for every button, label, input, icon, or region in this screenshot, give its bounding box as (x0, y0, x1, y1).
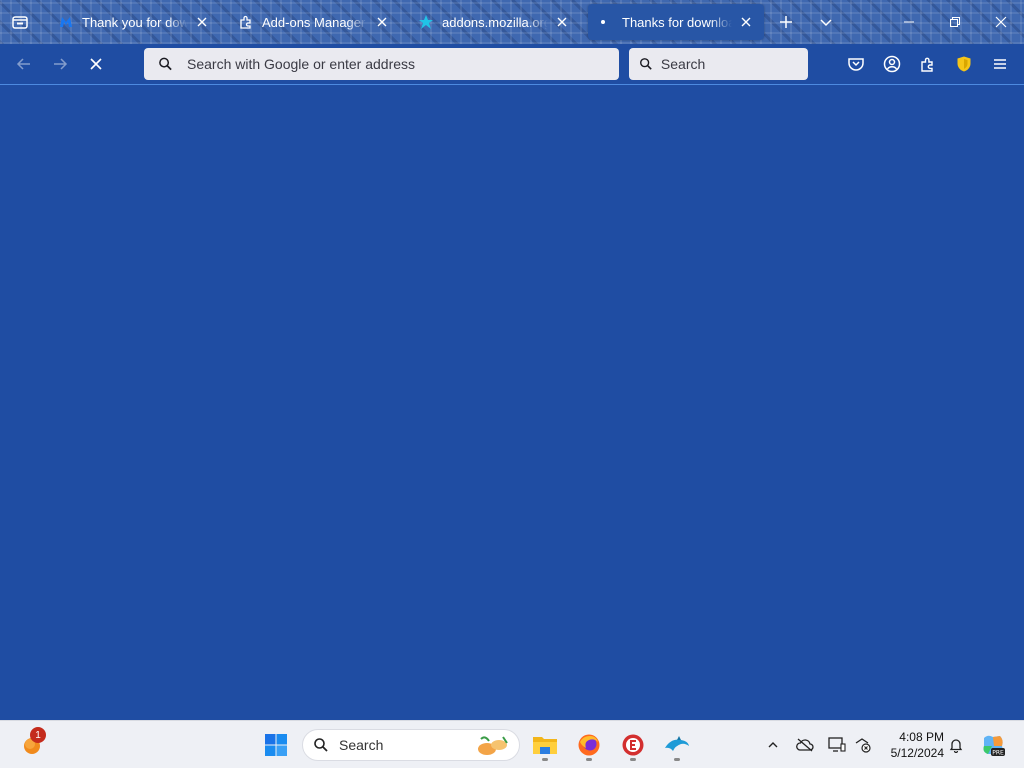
tab-strip: Thank you for downloading Add-ons Manage… (0, 0, 1024, 44)
loading-dot-icon (598, 14, 614, 30)
search-icon (314, 738, 328, 752)
red-circle-app-icon (622, 734, 644, 756)
restore-button[interactable] (932, 0, 978, 44)
taskbar-search-label: Search (339, 737, 384, 753)
display-tray[interactable] (825, 733, 849, 757)
onedrive-offline-tray[interactable] (793, 733, 817, 757)
pocket-icon (848, 58, 864, 71)
network-tray[interactable] (851, 733, 875, 757)
chevron-down-icon (820, 19, 832, 27)
tab-title: Thanks for downloading (622, 14, 732, 30)
arrow-right-icon (54, 58, 68, 70)
search-input[interactable] (660, 56, 808, 72)
copilot-button[interactable]: PRE (979, 731, 1007, 759)
show-hidden-icons-button[interactable] (761, 733, 785, 757)
close-icon (995, 16, 1007, 28)
restore-icon (950, 17, 960, 27)
close-tab-icon[interactable] (738, 14, 754, 30)
tab-title: Add-ons Manager (262, 14, 366, 30)
navigation-toolbar (0, 44, 1024, 85)
dolphin-icon (665, 736, 689, 751)
close-tab-icon[interactable] (374, 14, 390, 30)
close-tab-icon[interactable] (554, 14, 570, 30)
taskbar-search-box[interactable]: Search (302, 729, 520, 761)
pocket-button[interactable] (844, 52, 868, 76)
chevron-up-icon (768, 742, 778, 748)
copilot-pre-icon: PRE (983, 735, 1005, 756)
extensions-button[interactable] (916, 52, 940, 76)
address-input[interactable] (187, 56, 619, 72)
new-tab-button[interactable] (774, 10, 798, 34)
malwarebytes-icon (58, 14, 74, 30)
firefox-view-icon (12, 16, 28, 29)
tab-thank-you-for-downloading[interactable]: Thank you for downloading (48, 4, 220, 40)
folder-icon (533, 737, 557, 754)
puzzle-piece-icon (238, 14, 254, 30)
account-icon (883, 55, 901, 73)
back-button[interactable] (10, 50, 38, 78)
start-button[interactable] (258, 727, 294, 763)
running-indicator (586, 758, 592, 761)
search-icon (640, 58, 652, 70)
minimize-icon (904, 21, 914, 23)
windows-logo-icon (265, 734, 287, 756)
taskbar: Search 4:08 PM 5/12/2024 PRE (0, 720, 1024, 768)
app-menu-button[interactable] (988, 52, 1012, 76)
tab-add-ons-manager[interactable]: Add-ons Manager (228, 4, 400, 40)
search-highlight-icon (478, 736, 508, 755)
clock-time: 4:08 PM (899, 730, 944, 744)
hamburger-menu-icon (994, 59, 1006, 69)
list-all-tabs-button[interactable] (814, 10, 838, 34)
bell-icon (949, 739, 963, 753)
page-content (0, 86, 1024, 720)
cyan-star-icon (418, 14, 434, 30)
firefox-icon (578, 734, 600, 756)
minimize-button[interactable] (886, 0, 932, 44)
taskbar-dolphin-app[interactable] (659, 727, 695, 763)
network-disconnected-icon (855, 738, 871, 753)
tab-title: addons.mozilla.org/en (442, 14, 548, 30)
taskbar-app-red[interactable] (615, 727, 651, 763)
notification-badge: 1 (30, 727, 46, 743)
firefox-view-button[interactable] (0, 0, 40, 44)
ublock-extension-button[interactable] (952, 52, 976, 76)
tab-thanks-for-downloading[interactable]: Thanks for downloading (588, 4, 764, 40)
search-icon (159, 57, 172, 71)
taskbar-file-explorer[interactable] (527, 727, 563, 763)
clock-date: 5/12/2024 (890, 746, 944, 760)
stop-loading-button[interactable] (82, 50, 110, 78)
monitor-icon (828, 737, 846, 752)
plus-icon (780, 16, 792, 28)
puzzle-piece-icon (921, 57, 933, 72)
svg-text:PRE: PRE (992, 749, 1004, 756)
account-button[interactable] (880, 52, 904, 76)
cloud-offline-icon (796, 738, 814, 752)
tab-title: Thank you for downloading (82, 14, 188, 30)
system-clock[interactable]: 4:08 PM 5/12/2024 (880, 729, 944, 761)
running-indicator (674, 758, 680, 761)
arrow-left-icon (16, 58, 30, 70)
close-tab-icon[interactable] (194, 14, 210, 30)
forward-button[interactable] (46, 50, 74, 78)
running-indicator (542, 758, 548, 761)
shield-icon (957, 56, 971, 72)
close-icon (90, 58, 102, 70)
tab-addons-mozilla-org[interactable]: addons.mozilla.org/en (408, 4, 580, 40)
notifications-button[interactable] (944, 733, 968, 757)
address-bar[interactable] (144, 48, 619, 80)
taskbar-firefox[interactable] (571, 727, 607, 763)
search-bar[interactable] (629, 48, 808, 80)
close-window-button[interactable] (978, 0, 1024, 44)
running-indicator (630, 758, 636, 761)
